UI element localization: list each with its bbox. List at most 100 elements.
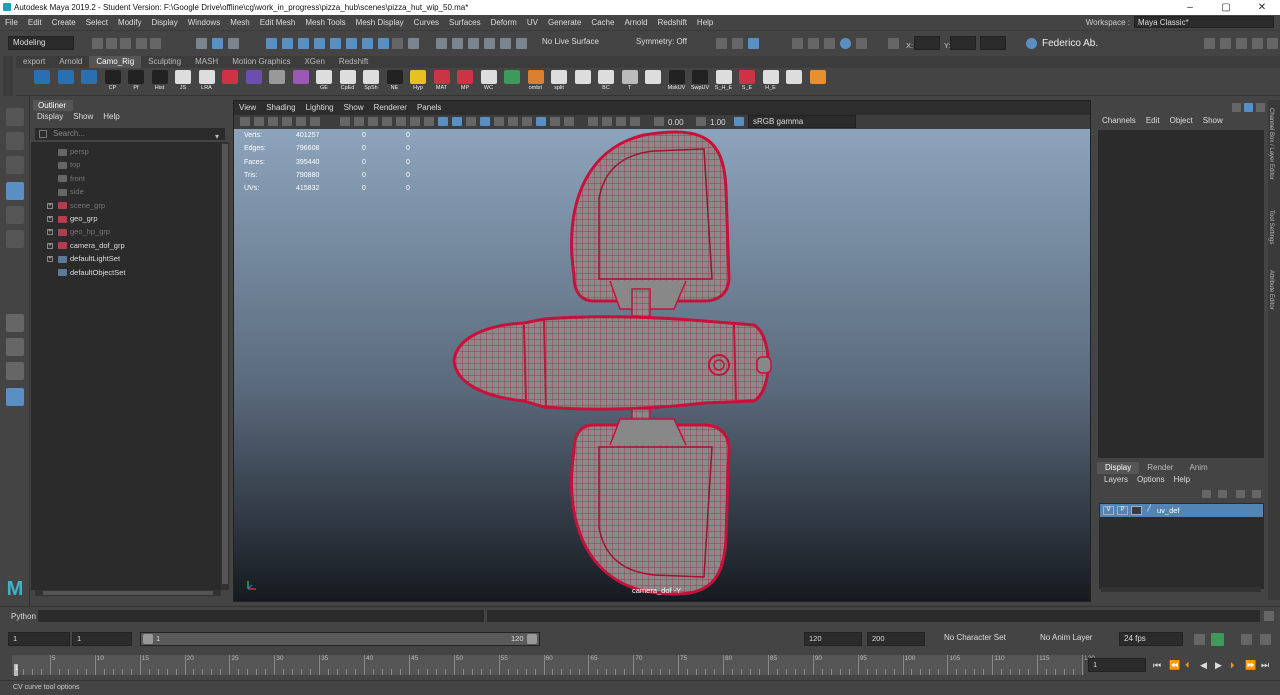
image-plane-icon[interactable] bbox=[282, 117, 292, 126]
shelf-button[interactable]: LRA bbox=[197, 70, 217, 94]
textured-icon[interactable] bbox=[494, 117, 504, 126]
shelf-button[interactable]: S_E bbox=[737, 70, 757, 94]
ipr-render-icon[interactable] bbox=[748, 38, 759, 49]
smooth-shade-icon[interactable] bbox=[452, 117, 462, 126]
undo-icon[interactable] bbox=[136, 38, 147, 49]
magnet-icon[interactable] bbox=[436, 38, 447, 49]
anim-layer-dropdown[interactable]: No Anim Layer bbox=[1036, 632, 1112, 646]
outliner-item[interactable]: top bbox=[47, 159, 80, 171]
layer-tab-anim[interactable]: Anim bbox=[1181, 462, 1215, 474]
expand-icon[interactable]: + bbox=[47, 229, 53, 236]
safe-action-icon[interactable] bbox=[410, 117, 420, 126]
outliner-search-input[interactable]: Search... bbox=[35, 128, 225, 140]
layer-tab-render[interactable]: Render bbox=[1139, 462, 1181, 474]
outliner-tab[interactable]: Outliner bbox=[33, 100, 73, 111]
menu-cache[interactable]: Cache bbox=[586, 18, 619, 27]
shelf-gear-icon[interactable] bbox=[3, 56, 13, 96]
snap-vertex-icon[interactable] bbox=[346, 38, 357, 49]
menu-display[interactable]: Display bbox=[147, 18, 183, 27]
command-language-label[interactable]: Python bbox=[11, 612, 36, 621]
field-chart-icon[interactable] bbox=[396, 117, 406, 126]
menu-mesh-display[interactable]: Mesh Display bbox=[351, 18, 409, 27]
expand-icon[interactable]: + bbox=[47, 202, 53, 209]
layer-name[interactable]: uv_def bbox=[1157, 506, 1180, 515]
viewport-menu-lighting[interactable]: Lighting bbox=[301, 102, 339, 114]
grid-icon[interactable] bbox=[340, 117, 350, 126]
channel-box-toggle-icon[interactable] bbox=[1252, 38, 1263, 49]
paint-select-tool-icon[interactable] bbox=[6, 156, 24, 174]
expand-icon[interactable]: + bbox=[47, 242, 53, 249]
shelf-button[interactable]: SwpUV bbox=[690, 70, 710, 94]
viewport-menu-shading[interactable]: Shading bbox=[261, 102, 300, 114]
shelf-button[interactable]: H_E bbox=[761, 70, 781, 94]
shelf-button[interactable]: Hyp bbox=[408, 70, 428, 94]
menu-curves[interactable]: Curves bbox=[409, 18, 444, 27]
outliner-toggle-icon[interactable] bbox=[1267, 38, 1278, 49]
play-backwards-icon[interactable]: ◀ bbox=[1200, 660, 1207, 671]
close-button[interactable]: ✕ bbox=[1244, 0, 1280, 15]
animation-end-field[interactable]: 200 bbox=[867, 632, 925, 646]
four-view-layout-icon[interactable] bbox=[6, 338, 24, 356]
shelf-button[interactable]: MP bbox=[455, 70, 475, 94]
shelf-tab-mash[interactable]: MASH bbox=[188, 56, 225, 68]
default-material-icon[interactable] bbox=[466, 117, 476, 126]
snap-normal-icon[interactable] bbox=[500, 38, 511, 49]
snap-curve-icon[interactable] bbox=[282, 38, 293, 49]
pause-render-icon[interactable] bbox=[856, 38, 867, 49]
menu-set-dropdown[interactable]: Modeling bbox=[8, 36, 74, 50]
step-back-frame-icon[interactable]: ⏴ bbox=[1185, 660, 1190, 671]
select-component-icon[interactable] bbox=[228, 38, 239, 49]
new-layer-icon[interactable] bbox=[1236, 490, 1245, 498]
range-slider[interactable]: 1 120 bbox=[140, 632, 540, 646]
current-frame-field[interactable]: 1 bbox=[1088, 658, 1146, 672]
snap-grid-icon[interactable] bbox=[266, 38, 277, 49]
xray-joints-icon[interactable] bbox=[564, 117, 574, 126]
auto-key-icon[interactable] bbox=[1211, 633, 1224, 646]
shelf-button[interactable]: BC bbox=[596, 70, 616, 94]
channel-box-help-icon[interactable] bbox=[1244, 103, 1253, 112]
rotate-tool-icon[interactable] bbox=[6, 206, 24, 224]
camera-attributes-icon[interactable] bbox=[254, 117, 264, 126]
gamma-icon[interactable] bbox=[696, 117, 706, 126]
menu-file[interactable]: File bbox=[0, 18, 23, 27]
menu-windows[interactable]: Windows bbox=[183, 18, 225, 27]
z-field[interactable] bbox=[980, 36, 1006, 50]
outliner-item[interactable]: front bbox=[47, 173, 85, 185]
side-tab-tool-settings[interactable]: Tool Settings bbox=[1268, 210, 1274, 244]
lock-icon[interactable] bbox=[392, 38, 403, 49]
layer-playback-toggle[interactable]: P bbox=[1117, 506, 1128, 515]
user-icon[interactable] bbox=[1026, 38, 1037, 49]
shelf-button[interactable]: GE bbox=[314, 70, 334, 94]
open-scene-icon[interactable] bbox=[106, 38, 117, 49]
select-camera-icon[interactable] bbox=[240, 117, 250, 126]
single-perspective-layout-icon[interactable] bbox=[6, 314, 24, 332]
ambient-occlusion-icon[interactable] bbox=[588, 117, 598, 126]
shelf-tab-camo-rig[interactable]: Camo_Rig bbox=[89, 56, 142, 68]
minimize-button[interactable]: – bbox=[1172, 0, 1208, 15]
layer-menu-layers[interactable]: Layers bbox=[1104, 475, 1128, 484]
motion-blur-icon[interactable] bbox=[630, 117, 640, 126]
menu-redshift[interactable]: Redshift bbox=[653, 18, 692, 27]
mesh-connector-top[interactable] bbox=[631, 288, 651, 320]
snap-live-icon[interactable] bbox=[516, 38, 527, 49]
shadows-icon[interactable] bbox=[522, 117, 532, 126]
symmetry-dropdown[interactable]: Symmetry: Off bbox=[632, 36, 702, 50]
command-input[interactable] bbox=[38, 610, 484, 622]
view-transform-dropdown[interactable]: sRGB gamma bbox=[748, 115, 856, 128]
modeling-toolkit-icon[interactable] bbox=[1204, 38, 1215, 49]
x-field[interactable] bbox=[914, 36, 940, 50]
outliner-layout-icon[interactable] bbox=[6, 388, 24, 406]
exposure-icon[interactable] bbox=[654, 117, 664, 126]
anti-aliasing-icon[interactable] bbox=[602, 117, 612, 126]
layer-display-type-toggle[interactable] bbox=[1131, 506, 1142, 515]
mesh-body[interactable] bbox=[452, 315, 772, 411]
step-forward-frame-icon[interactable]: ⏵ bbox=[1230, 660, 1235, 671]
render-settings-icon[interactable] bbox=[792, 38, 803, 49]
select-object-icon[interactable] bbox=[212, 38, 223, 49]
playback-speed-icon[interactable] bbox=[1260, 634, 1271, 645]
film-gate-icon[interactable] bbox=[354, 117, 364, 126]
safe-title-icon[interactable] bbox=[424, 117, 434, 126]
snap-curve-align-icon[interactable] bbox=[484, 38, 495, 49]
range-slider-end-handle[interactable] bbox=[527, 634, 537, 644]
channel-box-settings-icon[interactable] bbox=[1256, 103, 1265, 112]
